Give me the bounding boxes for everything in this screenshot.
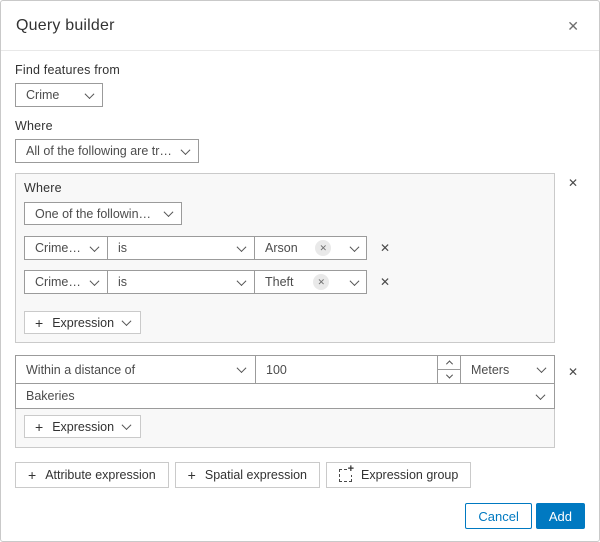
spatial-operator-select[interactable]: Within a distance of <box>15 355 256 384</box>
quantity-stepper <box>437 356 460 383</box>
expression-group-label: Expression group <box>361 468 459 482</box>
unit-value: Meters <box>471 362 510 377</box>
where-operator-value: All of the following are true <box>26 144 172 158</box>
chevron-down-icon <box>236 241 247 252</box>
attribute-expression-label: Attribute expression <box>45 468 156 482</box>
value-text: Arson <box>265 241 298 255</box>
chevron-down-icon <box>163 207 174 218</box>
plus-icon: + <box>187 467 196 483</box>
field-value: Crime Type <box>35 275 81 289</box>
condition-value: is <box>118 241 128 255</box>
chevron-down-icon <box>121 420 132 431</box>
find-features-label: Find features from <box>15 63 121 77</box>
cancel-button[interactable]: Cancel <box>465 503 532 529</box>
dialog-footer: Cancel Add <box>1 503 599 541</box>
chevron-down-icon <box>236 275 247 286</box>
spatial-layer-select[interactable]: Bakeries <box>15 383 555 409</box>
stepper-down-icon[interactable] <box>438 369 460 383</box>
field-select[interactable]: Crime Type <box>24 270 108 294</box>
expression-row: Crime Type is Arson ✕ ✕ <box>24 236 546 260</box>
spatial-group-line: Within a distance of Meters <box>15 355 585 448</box>
spatial-condition-row: Within a distance of Meters <box>15 355 555 384</box>
add-expression-button[interactable]: + Expression <box>24 311 142 334</box>
spatial-expression-group: Within a distance of Meters <box>15 355 555 448</box>
chevron-down-icon <box>236 363 247 374</box>
distance-cell <box>255 355 461 384</box>
spatial-expression-label: Spatial expression <box>204 468 308 482</box>
group-where-label: Where <box>24 181 62 195</box>
expression-actions: + Attribute expression + Spatial express… <box>15 462 585 488</box>
add-expression-button[interactable]: + Expression <box>24 415 142 438</box>
chevron-down-icon <box>535 389 546 400</box>
clear-value-icon[interactable]: ✕ <box>313 274 330 290</box>
add-expression-label: Expression <box>52 315 115 330</box>
remove-group-icon[interactable]: ✕ <box>566 362 580 382</box>
remove-group-icon[interactable]: ✕ <box>566 173 580 193</box>
condition-select[interactable]: is <box>107 270 255 294</box>
add-expression-group-button[interactable]: + Expression group <box>326 462 472 488</box>
source-layer-value: Crime <box>26 88 60 102</box>
value-text: Theft <box>265 275 294 289</box>
source-layer-select[interactable]: Crime <box>15 83 103 107</box>
clear-value-icon[interactable]: ✕ <box>315 240 332 256</box>
unit-select[interactable]: Meters <box>460 355 555 384</box>
plus-icon: + <box>35 314 44 331</box>
remove-expression-icon[interactable]: ✕ <box>378 238 392 258</box>
add-attribute-expression-button[interactable]: + Attribute expression <box>15 462 169 488</box>
plus-icon: + <box>28 467 37 483</box>
expression-group-icon: + <box>339 463 356 482</box>
condition-select[interactable]: is <box>107 236 255 260</box>
close-icon[interactable]: ✕ <box>563 15 583 37</box>
condition-value: is <box>118 275 128 289</box>
add-spatial-expression-button[interactable]: + Spatial expression <box>174 462 321 488</box>
dialog-title: Query builder <box>16 16 115 34</box>
spatial-layer-value: Bakeries <box>26 389 75 403</box>
where-operator-select[interactable]: All of the following are true <box>15 139 199 163</box>
distance-input[interactable] <box>256 362 437 377</box>
attribute-expression-group: Where One of the following are tr… Crime… <box>15 173 555 343</box>
value-select[interactable]: Theft ✕ <box>254 270 367 294</box>
chevron-down-icon <box>536 363 547 374</box>
chevron-down-icon <box>84 88 95 99</box>
chevron-down-icon <box>349 275 360 286</box>
field-select[interactable]: Crime Type <box>24 236 108 260</box>
dialog-body: Find features from Crime Where All of th… <box>1 51 599 503</box>
expression-row: Crime Type is Theft ✕ ✕ <box>24 270 546 294</box>
chevron-down-icon <box>349 241 360 252</box>
remove-expression-icon[interactable]: ✕ <box>378 272 392 292</box>
add-expression-label: Expression <box>52 419 115 434</box>
spatial-operator-value: Within a distance of <box>26 362 136 377</box>
field-value: Crime Type <box>35 241 81 255</box>
value-select[interactable]: Arson ✕ <box>254 236 367 260</box>
stepper-up-icon[interactable] <box>438 356 460 369</box>
dialog-header: Query builder ✕ <box>1 1 599 51</box>
where-label: Where <box>15 119 53 133</box>
chevron-down-icon <box>121 316 132 327</box>
add-button[interactable]: Add <box>535 503 585 529</box>
group-operator-value: One of the following are tr… <box>35 206 155 221</box>
group-operator-select[interactable]: One of the following are tr… <box>24 202 182 225</box>
attribute-group-line: Where One of the following are tr… Crime… <box>15 173 585 343</box>
chevron-down-icon <box>89 275 100 286</box>
chevron-down-icon <box>89 241 100 252</box>
query-builder-dialog: Query builder ✕ Find features from Crime… <box>0 0 600 542</box>
chevron-down-icon <box>180 144 191 155</box>
plus-icon: + <box>35 418 44 435</box>
